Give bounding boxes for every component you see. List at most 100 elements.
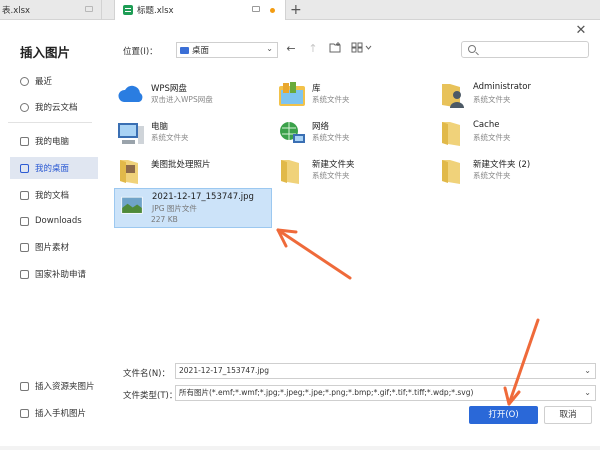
filetype-value: 所有图片(*.emf;*.wmf;*.jpg;*.jpeg;*.jpe;*.pn… [179, 388, 474, 397]
picture-folder-icon [20, 381, 29, 391]
cancel-button[interactable]: 取消 [544, 406, 592, 424]
sidebar-item-desktop[interactable]: 我的桌面 [10, 157, 98, 179]
filetype-dropdown[interactable]: 所有图片(*.emf;*.wmf;*.jpg;*.jpeg;*.jpe;*.pn… [175, 385, 596, 401]
sidebar-item-label: 我的电脑 [35, 137, 70, 147]
file-name: 电脑 [151, 122, 169, 132]
chevron-down-icon: ⌄ [584, 388, 591, 397]
file-name: 新建文件夹 (2) [473, 160, 531, 170]
file-item-meitu-folder[interactable]: 美图批处理照片 [114, 154, 272, 192]
tab-label: 标题.xlsx [137, 6, 174, 16]
search-field[interactable] [480, 43, 584, 56]
library-icon [279, 82, 305, 106]
image-thumbnail-icon [121, 196, 143, 214]
tab-previous-document[interactable]: 表.xlsx [0, 0, 102, 20]
file-item-new-folder[interactable]: 新建文件夹 系统文件夹 [275, 154, 433, 192]
monitor-icon [85, 6, 93, 12]
file-desc: 系统文件夹 [473, 95, 511, 104]
sidebar-item-downloads[interactable]: Downloads [10, 210, 98, 232]
insert-picture-dialog: 插入图片 ✕ 位置(I)： 桌面 ⌄ ← ↑ 最近 我的云文档 我的电脑 我的桌… [0, 20, 600, 446]
sidebar-item-label: 最近 [35, 77, 53, 87]
folder-icon [120, 160, 138, 184]
cloud-doc-icon [20, 102, 29, 112]
search-input[interactable] [461, 41, 589, 58]
file-name: WPS网盘 [151, 84, 187, 94]
sidebar-item-cloud-docs[interactable]: 我的云文档 [10, 96, 98, 118]
spreadsheet-icon [123, 5, 133, 15]
sidebar-item-picture-material[interactable]: 图片素材 [10, 236, 98, 258]
cloud-icon [118, 85, 143, 102]
sidebar-item-subsidy[interactable]: 国家补助申请 [10, 263, 98, 285]
file-name: 库 [312, 84, 321, 94]
file-desc: 系统文件夹 [312, 133, 350, 142]
folder-icon [442, 160, 460, 184]
sidebar-item-label: 我的文档 [35, 191, 70, 201]
file-desc: 系统文件夹 [473, 133, 511, 142]
computer-icon [20, 136, 29, 146]
file-item-computer[interactable]: 电脑 系统文件夹 [114, 116, 272, 154]
desktop-icon [180, 46, 189, 54]
sidebar-item-label: 我的云文档 [35, 103, 78, 113]
file-item-wps-cloud[interactable]: WPS网盘 双击进入WPS网盘 [114, 78, 272, 116]
clock-icon [20, 76, 29, 86]
filename-combobox[interactable]: 2021-12-17_153747.jpg ⌄ [175, 363, 596, 379]
file-name: Administrator [473, 82, 531, 92]
sidebar-item-insert-phone-pictures[interactable]: 插入手机图片 [10, 402, 98, 424]
user-folder-icon [442, 84, 464, 108]
file-desc: 系统文件夹 [312, 95, 350, 104]
file-item-selected-image[interactable]: 2021-12-17_153747.jpg JPG 图片文件 227 KB [114, 188, 272, 228]
phone-icon [20, 408, 29, 418]
view-mode-icon[interactable] [350, 42, 374, 56]
dialog-title: 插入图片 [20, 45, 71, 60]
chevron-down-icon[interactable]: ⌄ [584, 364, 591, 378]
file-item-new-folder-2[interactable]: 新建文件夹 (2) 系统文件夹 [436, 154, 594, 192]
sidebar-item-label: 国家补助申请 [35, 270, 87, 280]
divider [8, 122, 92, 123]
file-item-cache[interactable]: Cache 系统文件夹 [436, 116, 594, 154]
file-name: 新建文件夹 [312, 160, 355, 170]
file-desc: 系统文件夹 [151, 133, 189, 142]
new-folder-icon[interactable] [328, 42, 342, 56]
unsaved-dot-icon [270, 8, 275, 13]
location-value: 桌面 [192, 46, 210, 56]
tab-bar: 表.xlsx 标题.xlsx + [0, 0, 600, 20]
new-tab-plus-icon[interactable]: + [290, 1, 302, 19]
file-item-library[interactable]: 库 系统文件夹 [275, 78, 433, 116]
file-item-administrator[interactable]: Administrator 系统文件夹 [436, 78, 594, 116]
back-arrow-icon[interactable]: ← [284, 42, 298, 56]
up-arrow-icon[interactable]: ↑ [306, 42, 320, 56]
tab-current-document[interactable]: 标题.xlsx [114, 0, 286, 20]
filename-label: 文件名(N)： [123, 369, 170, 379]
close-icon[interactable]: ✕ [574, 24, 588, 38]
file-name: 网络 [312, 122, 330, 132]
sidebar-item-label: 插入资源夹图片 [35, 382, 95, 392]
sidebar-item-label: 图片素材 [35, 243, 70, 253]
open-button[interactable]: 打开(O) [469, 406, 538, 424]
file-item-network[interactable]: 网络 系统文件夹 [275, 116, 433, 154]
folder-icon [442, 122, 460, 146]
network-icon [280, 122, 305, 143]
search-icon [468, 45, 476, 53]
file-desc: 系统文件夹 [473, 171, 511, 180]
file-name: Cache [473, 120, 500, 130]
file-desc: 系统文件夹 [312, 171, 350, 180]
folder-icon [20, 216, 29, 226]
document-icon [20, 190, 29, 200]
sidebar-item-label: 我的桌面 [35, 164, 70, 174]
folder-icon [281, 160, 299, 184]
file-desc: JPG 图片文件 [152, 204, 197, 213]
folder-icon [20, 242, 29, 252]
desktop-icon [20, 163, 29, 173]
sidebar-item-insert-resource-pictures[interactable]: 插入资源夹图片 [10, 375, 98, 397]
location-dropdown[interactable]: 桌面 ⌄ [176, 42, 278, 58]
sidebar-item-documents[interactable]: 我的文档 [10, 184, 98, 206]
sidebar-item-my-computer[interactable]: 我的电脑 [10, 130, 98, 152]
file-size: 227 KB [151, 215, 178, 224]
folder-icon [20, 269, 29, 279]
file-desc: 双击进入WPS网盘 [151, 95, 213, 104]
filename-value: 2021-12-17_153747.jpg [179, 366, 269, 375]
chevron-down-icon: ⌄ [266, 44, 273, 53]
monitor-icon[interactable] [252, 6, 260, 12]
file-name: 美图批处理照片 [151, 160, 211, 170]
filetype-label: 文件类型(T)： [123, 391, 178, 401]
sidebar-item-recent[interactable]: 最近 [10, 70, 98, 92]
